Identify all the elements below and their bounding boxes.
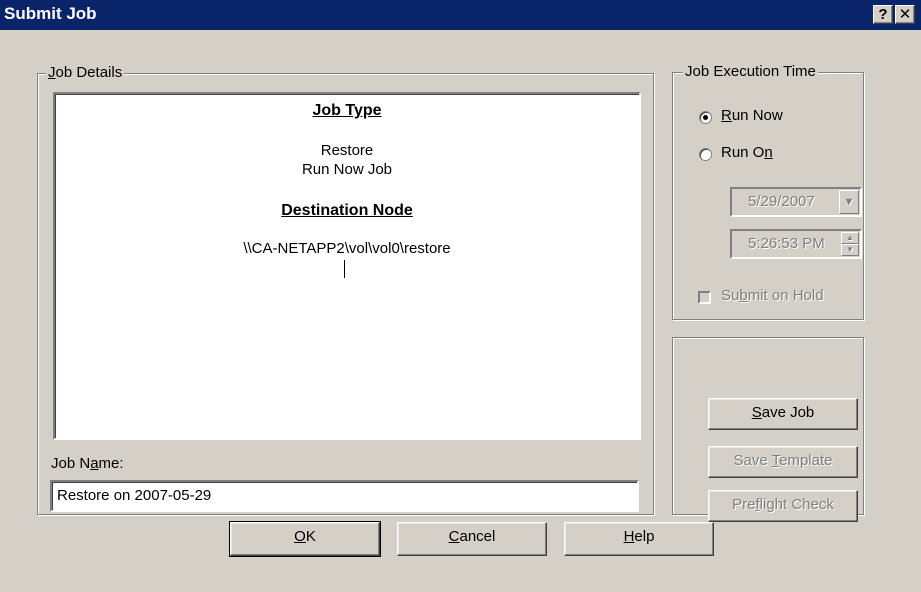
date-picker[interactable]: 5/29/2007 ▼	[730, 187, 862, 217]
submit-on-hold-checkbox[interactable]	[698, 291, 711, 304]
run-now-radio[interactable]	[699, 111, 712, 124]
time-value: 5:26:53 PM	[748, 235, 825, 252]
time-picker[interactable]: 5:26:53 PM ▲ ▼	[730, 229, 862, 259]
spin-down-icon[interactable]: ▼	[841, 244, 859, 256]
run-on-label[interactable]: Run On	[721, 144, 773, 161]
job-name-label: Job Name:	[51, 455, 124, 472]
ok-button[interactable]: OK	[229, 521, 381, 557]
job-details-label-rest: ob Details	[55, 64, 123, 81]
close-icon-button[interactable]: ✕	[895, 5, 915, 24]
spin-up-icon[interactable]: ▲	[841, 232, 859, 244]
preflight-check-button[interactable]: Preflight Check	[708, 490, 858, 522]
window-title: Submit Job	[4, 4, 97, 23]
job-type-heading: Job Type	[312, 102, 382, 119]
save-template-button[interactable]: Save Template	[708, 446, 858, 478]
destination-heading: Destination Node	[281, 202, 413, 219]
help-icon-button[interactable]: ?	[873, 5, 893, 24]
job-summary-box[interactable]: Job Type Restore Run Now Job Destination…	[53, 92, 641, 440]
job-type-line2: Run Now Job	[301, 161, 393, 178]
save-job-button[interactable]: Save Job	[708, 398, 858, 430]
text-cursor	[344, 260, 345, 278]
help-button[interactable]: Help	[564, 522, 714, 556]
radio-selected-dot	[703, 115, 708, 120]
cancel-button[interactable]: Cancel	[397, 522, 547, 556]
execution-time-legend: Job Execution Time	[683, 63, 818, 81]
date-value: 5/29/2007	[748, 193, 815, 210]
job-details-mnemonic: J	[48, 64, 56, 81]
destination-path: \\CA-NETAPP2\vol\vol0\restore	[243, 240, 451, 257]
title-bar: Submit Job ? ✕	[0, 0, 921, 30]
job-name-input[interactable]: Restore on 2007-05-29	[50, 480, 639, 512]
run-on-radio[interactable]	[699, 148, 712, 161]
job-type-line1: Restore	[320, 142, 374, 159]
chevron-down-icon[interactable]: ▼	[839, 190, 859, 214]
submit-on-hold-label[interactable]: Submit on Hold	[721, 287, 824, 304]
job-details-legend: Job Details	[46, 64, 125, 82]
execution-time-group: Job Execution Time Run Now Run On 5/29/2…	[672, 63, 864, 320]
run-now-label[interactable]: Run Now	[721, 107, 783, 124]
